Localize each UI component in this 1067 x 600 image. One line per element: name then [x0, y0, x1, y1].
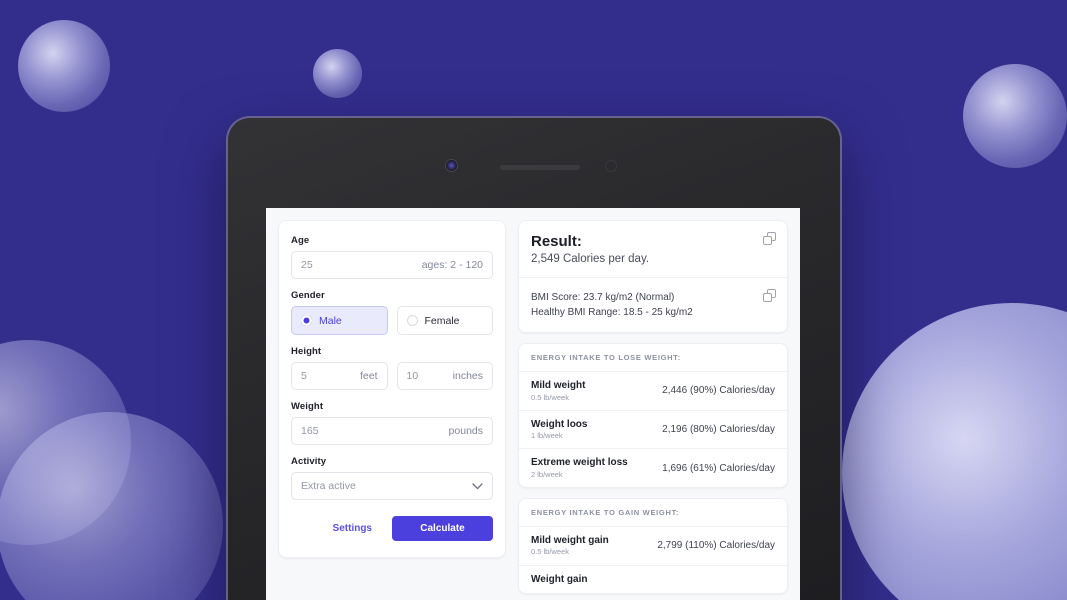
form-actions: Settings Calculate: [291, 516, 493, 541]
lose-weight-table: ENERGY INTAKE TO LOSE WEIGHT: Mild weigh…: [518, 343, 788, 488]
height-feet-unit: feet: [359, 370, 378, 382]
background-scene: Age 25 ages: 2 - 120 Gender Male Female …: [0, 0, 1067, 600]
row-name: Mild weight: [531, 380, 586, 391]
decorative-sphere: [963, 64, 1067, 168]
decorative-sphere: [842, 303, 1067, 600]
weight-unit: pounds: [448, 425, 483, 437]
copy-icon[interactable]: [763, 289, 777, 303]
row-label-group: Weight gain: [531, 573, 587, 587]
height-feet-input[interactable]: 5 feet: [291, 362, 388, 390]
row-name: Weight gain: [531, 573, 588, 585]
weight-field-group: Weight 165 pounds: [291, 401, 493, 445]
age-input[interactable]: 25 ages: 2 - 120: [291, 251, 493, 279]
gender-option-female[interactable]: Female: [396, 306, 493, 335]
row-value: 1,696 (61%) Calories/day: [662, 462, 775, 474]
device-top-bezel: [228, 118, 840, 208]
activity-label: Activity: [291, 456, 327, 467]
decorative-sphere: [0, 412, 223, 600]
row-name: Weight loos: [531, 418, 588, 430]
activity-value: Extra active: [301, 480, 356, 492]
gender-option-male[interactable]: Male: [291, 306, 388, 335]
result-bmi-block: BMI Score: 23.7 kg/m2 (Normal) Healthy B…: [519, 277, 787, 332]
sensor-icon: [606, 161, 616, 171]
age-value: 25: [301, 259, 313, 271]
gender-option-male-label: Male: [319, 314, 342, 327]
decorative-sphere: [313, 49, 362, 98]
row-rate: 0.5 lb/week: [531, 392, 569, 402]
speaker-grille-icon: [500, 165, 580, 170]
radio-unselected-icon: [406, 315, 418, 326]
gender-field-group: Gender Male Female: [291, 290, 493, 335]
table-row: Mild weight 0.5 lb/week 2,446 (90%) Calo…: [519, 372, 787, 410]
lose-weight-heading: ENERGY INTAKE TO LOSE WEIGHT:: [519, 344, 787, 372]
page-title: Result:: [531, 233, 582, 250]
age-field-group: Age 25 ages: 2 - 120: [291, 235, 493, 279]
decorative-sphere: [0, 340, 131, 545]
bmi-score-text: BMI Score: 23.7 kg/m2 (Normal): [531, 292, 675, 303]
row-rate: 1 lb/week: [531, 431, 563, 441]
row-label-group: Mild weight gain 0.5 lb/week: [531, 534, 609, 558]
row-rate: 0.5 lb/week: [531, 547, 569, 557]
weight-label: Weight: [291, 401, 324, 412]
calculate-button[interactable]: Calculate: [392, 516, 493, 541]
age-hint: ages: 2 - 120: [421, 259, 483, 271]
height-field-group: Height 5 feet 10 inches: [291, 346, 493, 390]
activity-select[interactable]: Extra active: [291, 472, 493, 500]
weight-value: 165: [301, 425, 319, 437]
gain-weight-table: ENERGY INTAKE TO GAIN WEIGHT: Mild weigh…: [518, 497, 788, 594]
height-inches-unit: inches: [452, 370, 483, 382]
gender-option-female-label: Female: [424, 314, 460, 327]
row-label-group: Weight loos 1 lb/week: [531, 418, 587, 442]
copy-icon-front-square: [763, 292, 772, 302]
result-calories-block: Result: 2,549 Calories per day.: [519, 221, 787, 277]
activity-field-group: Activity Extra active: [291, 456, 493, 500]
chevron-down-icon: [472, 477, 483, 495]
gain-weight-heading: ENERGY INTAKE TO GAIN WEIGHT:: [519, 499, 787, 527]
result-calories-value: 2,549 Calories per day.: [531, 253, 650, 265]
results-panel: Result: 2,549 Calories per day. BMI Scor…: [518, 220, 788, 600]
settings-link[interactable]: Settings: [327, 519, 378, 538]
tablet-device-frame: Age 25 ages: 2 - 120 Gender Male Female …: [228, 118, 840, 600]
bmi-range-text: Healthy BMI Range: 18.5 - 25 kg/m2: [531, 307, 693, 318]
row-value: 2,196 (80%) Calories/day: [662, 423, 775, 435]
height-inputs: 5 feet 10 inches: [291, 362, 493, 390]
table-row: Mild weight gain 0.5 lb/week 2,799 (110%…: [519, 527, 787, 565]
copy-icon-front-square: [763, 235, 772, 245]
result-card: Result: 2,549 Calories per day. BMI Scor…: [518, 220, 788, 333]
row-name: Extreme weight loss: [531, 457, 628, 469]
app-screen: Age 25 ages: 2 - 120 Gender Male Female …: [266, 208, 800, 600]
row-rate: 2 lb/week: [531, 469, 563, 479]
radio-selected-icon: [301, 315, 312, 326]
table-row: Extreme weight loss 2 lb/week 1,696 (61%…: [519, 448, 787, 487]
height-inches-input[interactable]: 10 inches: [396, 362, 493, 390]
height-feet-value: 5: [301, 370, 307, 382]
gender-radio-group: Male Female: [291, 306, 493, 335]
row-name: Mild weight gain: [531, 534, 609, 546]
calculator-form: Age 25 ages: 2 - 120 Gender Male Female …: [278, 220, 506, 558]
age-label: Age: [291, 235, 310, 246]
gender-label: Gender: [291, 290, 325, 301]
weight-input[interactable]: 165 pounds: [291, 417, 493, 445]
camera-icon: [446, 160, 457, 171]
copy-icon[interactable]: [763, 232, 777, 246]
decorative-sphere: [18, 20, 110, 112]
row-value: 2,799 (110%) Calories/day: [657, 540, 775, 552]
row-value: 2,446 (90%) Calories/day: [662, 385, 775, 397]
table-row: Weight loos 1 lb/week 2,196 (80%) Calori…: [519, 409, 787, 449]
height-label: Height: [291, 346, 322, 357]
row-label-group: Extreme weight loss 2 lb/week: [531, 456, 628, 480]
height-inches-value: 10: [406, 370, 419, 382]
row-label-group: Mild weight 0.5 lb/week: [531, 379, 585, 403]
table-row: Weight gain: [519, 564, 787, 593]
